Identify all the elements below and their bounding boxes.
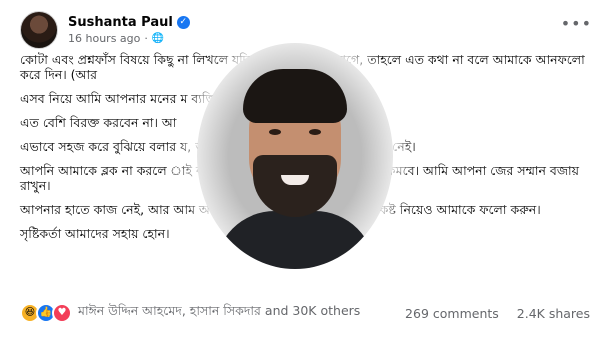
post-subinfo: 16 hours ago · 🌐 [68, 32, 190, 45]
more-options-icon[interactable]: ••• [561, 14, 592, 33]
portrait-hair [243, 69, 347, 123]
portrait-overlay-photo [197, 43, 393, 269]
portrait-beard [253, 155, 337, 217]
portrait-shirt [215, 211, 375, 269]
comments-count[interactable]: 269 comments [405, 306, 499, 321]
author-meta: Sushanta Paul ✓ 16 hours ago · 🌐 [68, 15, 190, 45]
facebook-post: Sushanta Paul ✓ 16 hours ago · 🌐 ••• কোট… [0, 0, 606, 340]
portrait-eye [269, 129, 281, 135]
reactions-summary[interactable]: মাঈন উদ্দিন আহমেদ, হাসান সিকদার and 30K … [78, 303, 360, 323]
post-header: Sushanta Paul ✓ 16 hours ago · 🌐 [20, 10, 190, 50]
author-name[interactable]: Sushanta Paul [68, 15, 173, 30]
post-footer: 😆 👍 ♥ মাঈন উদ্দিন আহমেদ, হাসান সিকদার an… [20, 300, 590, 326]
author-avatar[interactable] [20, 11, 58, 49]
shares-count[interactable]: 2.4K shares [517, 306, 590, 321]
portrait-eye [309, 129, 321, 135]
reaction-icons[interactable]: 😆 👍 ♥ [20, 303, 72, 323]
verified-badge-icon: ✓ [176, 16, 190, 29]
post-stats: 269 comments 2.4K shares [405, 306, 590, 321]
love-reaction-icon: ♥ [52, 303, 72, 323]
post-timestamp[interactable]: 16 hours ago [68, 32, 140, 45]
globe-icon: 🌐 [151, 33, 165, 44]
separator-dot: · [144, 32, 148, 45]
author-name-row: Sushanta Paul ✓ [68, 15, 190, 30]
